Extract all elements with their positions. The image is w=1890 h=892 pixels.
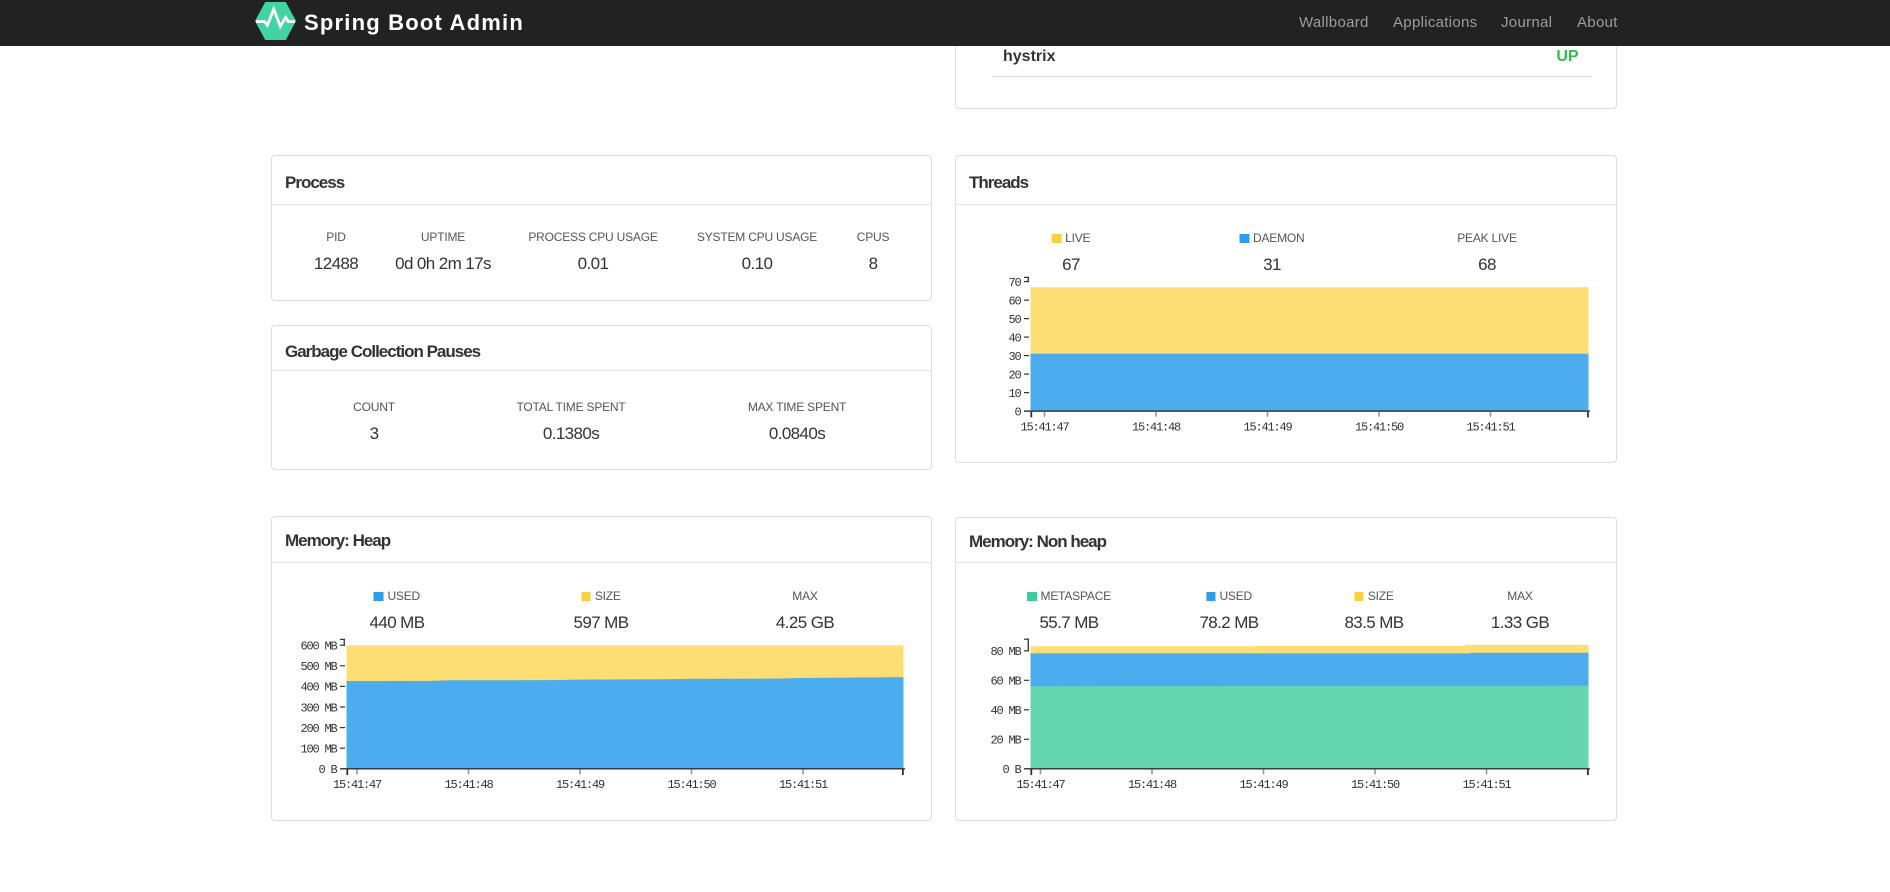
- svg-text:600 MB: 600 MB: [300, 640, 337, 654]
- svg-text:40: 40: [1008, 331, 1021, 345]
- svg-text:15:41:47: 15:41:47: [1020, 421, 1069, 435]
- svg-text:0 B: 0 B: [318, 763, 337, 777]
- svg-text:15:41:50: 15:41:50: [1355, 421, 1404, 435]
- svg-text:40 MB: 40 MB: [990, 704, 1021, 718]
- svg-text:20: 20: [1008, 368, 1021, 382]
- svg-text:15:41:51: 15:41:51: [1466, 421, 1515, 435]
- svg-text:15:41:49: 15:41:49: [1243, 421, 1292, 435]
- svg-text:15:41:48: 15:41:48: [1128, 778, 1177, 792]
- svg-text:10: 10: [1008, 387, 1021, 401]
- svg-text:80 MB: 80 MB: [990, 645, 1021, 659]
- svg-text:15:41:47: 15:41:47: [333, 778, 382, 792]
- svg-text:400 MB: 400 MB: [300, 681, 337, 695]
- svg-text:15:41:49: 15:41:49: [1239, 778, 1288, 792]
- svg-text:15:41:51: 15:41:51: [779, 778, 828, 792]
- svg-text:15:41:50: 15:41:50: [667, 778, 716, 792]
- svg-text:300 MB: 300 MB: [300, 701, 337, 715]
- svg-text:70: 70: [1008, 276, 1021, 290]
- svg-text:60: 60: [1008, 294, 1021, 308]
- svg-text:15:41:48: 15:41:48: [444, 778, 493, 792]
- svg-text:15:41:48: 15:41:48: [1132, 421, 1181, 435]
- svg-text:100 MB: 100 MB: [300, 743, 337, 757]
- svg-text:15:41:47: 15:41:47: [1016, 778, 1065, 792]
- svg-text:60 MB: 60 MB: [990, 675, 1021, 689]
- svg-text:500 MB: 500 MB: [300, 660, 337, 674]
- svg-text:0: 0: [1014, 405, 1021, 419]
- svg-text:0 B: 0 B: [1002, 763, 1021, 777]
- svg-text:15:41:49: 15:41:49: [556, 778, 605, 792]
- svg-text:200 MB: 200 MB: [300, 722, 337, 736]
- svg-text:20 MB: 20 MB: [990, 734, 1021, 748]
- svg-text:50: 50: [1008, 313, 1021, 327]
- svg-text:30: 30: [1008, 350, 1021, 364]
- svg-text:15:41:50: 15:41:50: [1351, 778, 1400, 792]
- svg-text:15:41:51: 15:41:51: [1462, 778, 1511, 792]
